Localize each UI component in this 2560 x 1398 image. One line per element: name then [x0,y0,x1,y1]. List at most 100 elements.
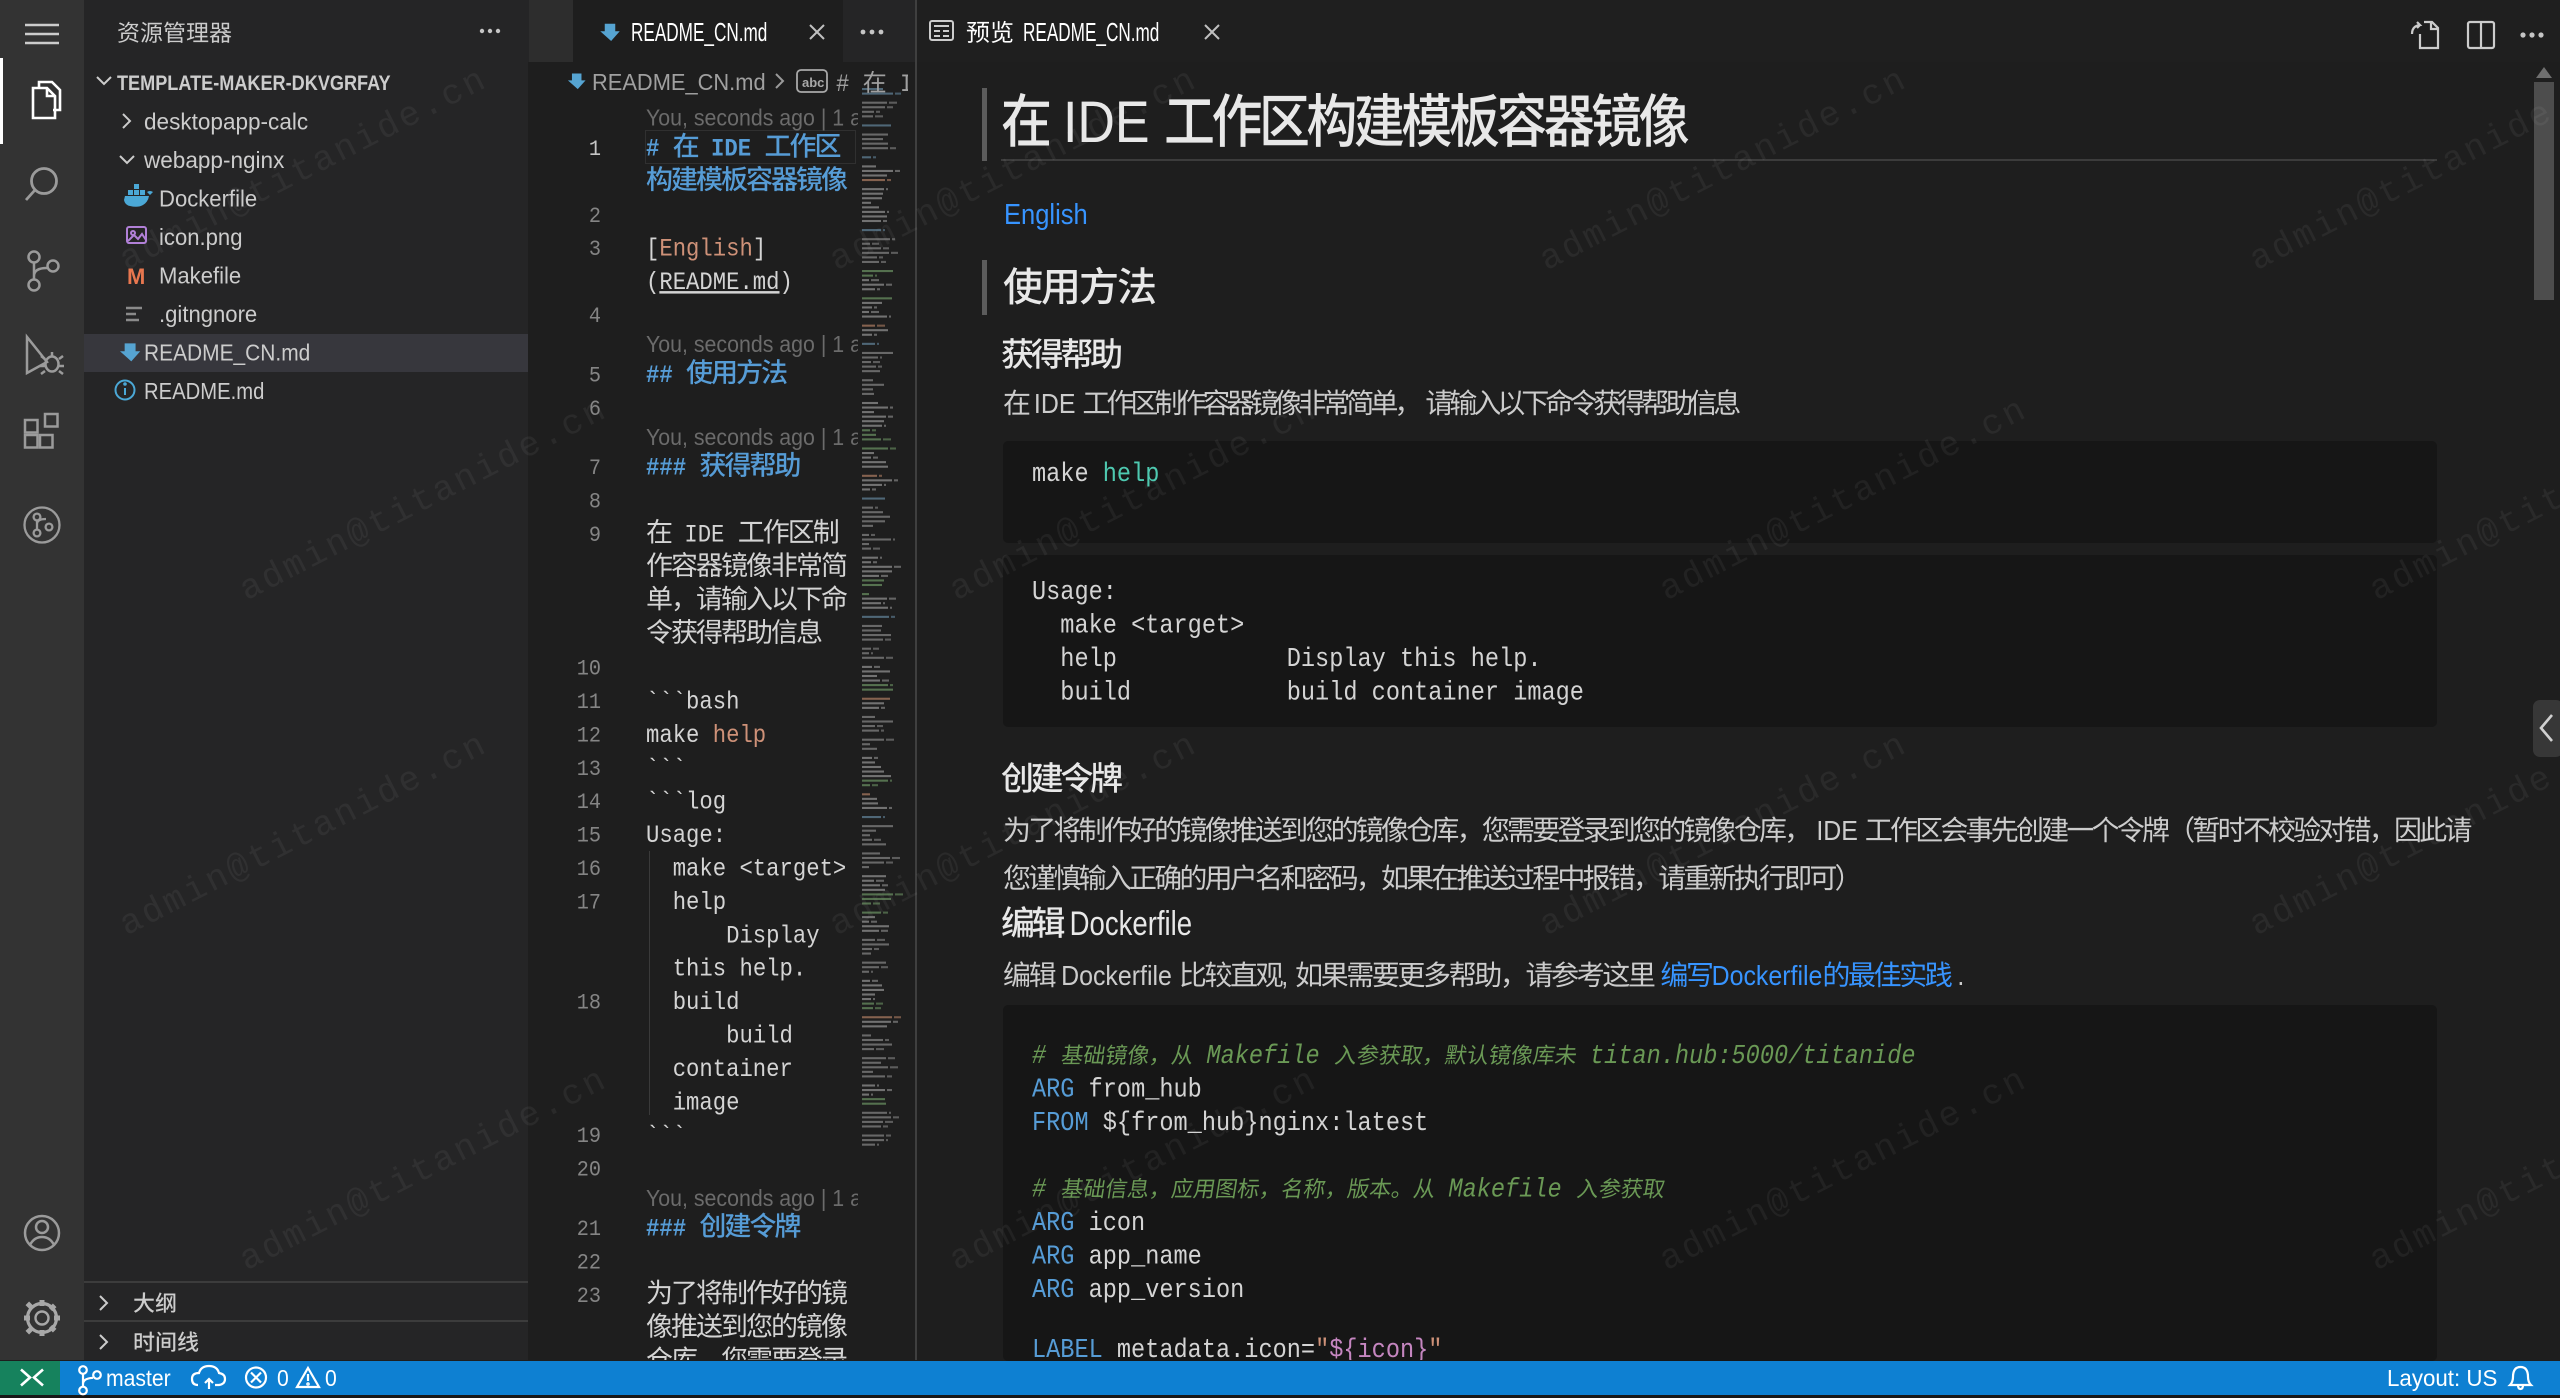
svg-text:Dockerfile: Dockerfile [1061,960,1172,991]
svg-text:4: 4 [589,304,601,329]
svg-text:]: ] [753,235,766,264]
svg-text:TEMPLATE-MAKER-DKVGRFAY: TEMPLATE-MAKER-DKVGRFAY [117,71,391,95]
svg-text:(: ( [646,268,659,297]
svg-text:22: 22 [577,1250,601,1275]
svg-text:```: ``` [646,754,686,783]
svg-text:21: 21 [577,1217,601,1242]
svg-text:help: help [1103,459,1160,489]
svg-text:#: # [836,70,849,99]
svg-text:You, seconds ago | 1 au: You, seconds ago | 1 au [646,424,874,450]
svg-text:help: help [713,721,766,750]
svg-text:16: 16 [577,857,601,882]
svg-text:15: 15 [577,824,601,849]
svg-text:IDE: IDE [1034,388,1076,419]
svg-text:IDE: IDE [684,521,724,550]
svg-text:0: 0 [277,1365,289,1391]
svg-text:.: . [1957,960,1964,991]
svg-text:IDE: IDE [711,135,751,164]
svg-text:19: 19 [577,1124,601,1149]
svg-text:IDE: IDE [900,70,940,99]
svg-text:###: ### [646,454,686,483]
svg-text:ARG: ARG [1032,1241,1074,1271]
svg-text:README_CN.md: README_CN.md [631,17,767,47]
svg-text:): ) [780,268,793,297]
svg-text:help Display this h: help Display this help. [1060,644,1541,674]
svg-text:app_version: app_version [1089,1275,1245,1305]
svg-text:10: 10 [577,657,601,682]
svg-text:Layout: US: Layout: US [2387,1365,2497,1391]
svg-text:build: build [726,1022,793,1051]
svg-text:build build containe: build build container image [1060,678,1584,708]
svg-text:from_hub: from_hub [1089,1074,1202,1104]
svg-text:help: help [673,888,726,917]
svg-text:13: 13 [577,757,601,782]
svg-text:11: 11 [577,690,601,715]
svg-text:ARG: ARG [1032,1275,1074,1305]
svg-text:18: 18 [577,991,601,1016]
svg-text:12: 12 [577,723,601,748]
svg-text:Dockerfile: Dockerfile [159,186,257,212]
svg-text:README_CN.md: README_CN.md [592,69,766,95]
svg-text:###: ### [646,1215,686,1244]
svg-text:this help.: this help. [673,955,807,984]
svg-text:README.md: README.md [659,268,779,297]
svg-text:make: make [1032,459,1089,489]
svg-text:You, seconds ago | 1 au: You, seconds ago | 1 au [646,105,874,131]
svg-text:Usage:: Usage: [1032,577,1117,607]
svg-text:README_CN.md: README_CN.md [144,340,310,366]
svg-text:0: 0 [325,1365,337,1391]
svg-text:```bash: ```bash [646,688,739,717]
svg-text:${from_hub}nginx:latest: ${from_hub}nginx:latest [1103,1108,1429,1138]
svg-text:```: ``` [646,1122,686,1151]
svg-text:ARG: ARG [1032,1208,1074,1238]
svg-text:Display: Display [726,921,819,950]
svg-text:icon: icon [1089,1208,1146,1238]
svg-text:2: 2 [589,204,601,229]
svg-text:make <target>: make <target> [673,855,847,884]
svg-text:17: 17 [577,890,601,915]
svg-text:#: # [646,135,659,164]
svg-text:```log: ```log [646,788,726,817]
svg-text:You, seconds ago | 1 au: You, seconds ago | 1 au [646,1185,874,1211]
svg-text:icon.png: icon.png [159,224,242,250]
svg-text:6: 6 [589,397,601,422]
svg-text:README.md: README.md [144,378,264,404]
svg-text:Makefile: Makefile [1206,1041,1319,1071]
svg-text:20: 20 [577,1158,601,1183]
svg-text:9: 9 [589,523,601,548]
svg-text:build: build [673,988,740,1017]
svg-text:English: English [1004,199,1088,231]
svg-text:You, seconds ago | 1 au: You, seconds ago | 1 au [646,331,874,357]
svg-text:Usage:: Usage: [646,821,726,850]
svg-text:image: image [673,1088,740,1117]
svg-text:23: 23 [577,1284,601,1309]
svg-text:#: # [1032,1175,1047,1205]
svg-text:metadata.icon=: metadata.icon= [1117,1335,1315,1365]
svg-text:container: container [673,1055,793,1084]
svg-text:webapp-nginx: webapp-nginx [143,147,285,173]
svg-text:LABEL: LABEL [1032,1335,1103,1365]
svg-text:abc: abc [802,75,824,90]
svg-text:#: # [1032,1041,1047,1071]
svg-text:IDE: IDE [1816,815,1858,846]
svg-text:app_name: app_name [1089,1241,1202,1271]
svg-text:Dockerfile: Dockerfile [1070,905,1192,943]
svg-text:1: 1 [589,137,601,162]
svg-text:8: 8 [589,490,601,515]
svg-text:.gitngnore: .gitngnore [159,301,257,327]
svg-text:,: , [1281,960,1288,991]
svg-text:FROM: FROM [1032,1108,1089,1138]
svg-text:README_CN.md: README_CN.md [1023,17,1159,47]
svg-text:3: 3 [589,237,601,262]
svg-text:Makefile: Makefile [1448,1175,1561,1205]
svg-text:make <target>: make <target> [1060,611,1244,641]
svg-text:7: 7 [589,456,601,481]
svg-text:": " [1315,1335,1329,1365]
svg-text:Dockerfile: Dockerfile [1712,960,1823,991]
svg-text:[: [ [646,235,659,264]
svg-text:English: English [659,235,752,264]
svg-text:desktopapp-calc: desktopapp-calc [144,109,308,135]
svg-text:": " [1428,1335,1442,1365]
svg-text:master: master [106,1365,171,1391]
svg-text:ARG: ARG [1032,1074,1074,1104]
